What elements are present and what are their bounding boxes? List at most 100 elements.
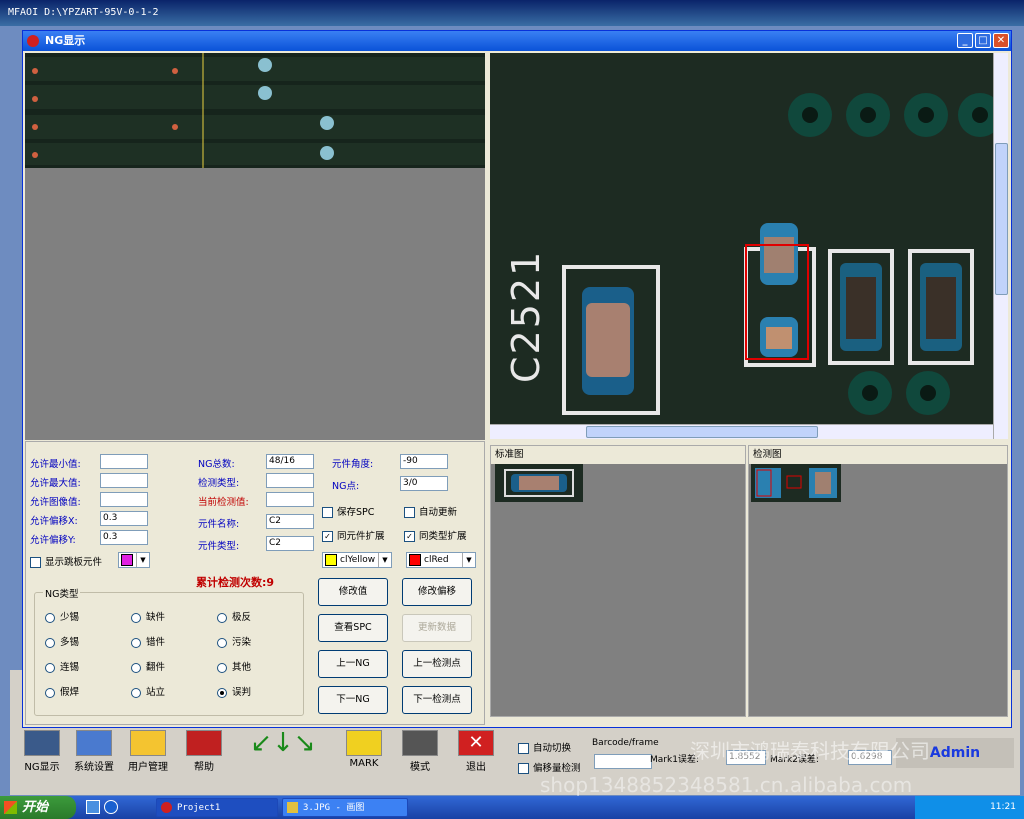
- board-overview-image[interactable]: [25, 53, 485, 168]
- allow-min-label: 允许最小值:: [30, 459, 81, 470]
- ng-type-radio[interactable]: 污染: [217, 634, 251, 648]
- ng-type-radio[interactable]: 翻件: [131, 659, 165, 673]
- allow-offset-x-field[interactable]: 0.3: [100, 511, 148, 526]
- mark-button[interactable]: MARK: [340, 728, 388, 776]
- arrow-icons: ↙↓↘: [250, 728, 316, 758]
- save-spc-checkbox[interactable]: 保存SPC: [322, 504, 374, 518]
- minimize-button[interactable]: _: [957, 33, 973, 48]
- taskbar-item-paint[interactable]: 3.JPG - 画图: [282, 798, 408, 817]
- next-point-button[interactable]: 下一检测点: [402, 686, 472, 714]
- taskbar-item-label: 3.JPG - 画图: [303, 803, 365, 813]
- help-icon: [186, 730, 222, 756]
- component-type-label: 元件类型:: [198, 541, 240, 552]
- zoom-vertical-scrollbar[interactable]: [993, 53, 1008, 439]
- ng-type-label: 假焊: [60, 687, 80, 698]
- ng-type-radio[interactable]: 误判: [217, 684, 251, 698]
- quick-launch-icon[interactable]: [86, 800, 100, 814]
- ng-type-radio[interactable]: 假焊: [45, 684, 79, 698]
- app-icon: [27, 35, 39, 47]
- ng-total-label: NG总数:: [198, 459, 235, 470]
- radio-indicator: [131, 662, 141, 673]
- standard-pane-title: 标准图: [491, 446, 745, 464]
- app-icon: [161, 802, 172, 813]
- ng-type-radio[interactable]: 连锡: [45, 659, 79, 673]
- update-data-button[interactable]: 更新数据: [402, 614, 472, 642]
- radio-indicator: [217, 687, 227, 698]
- same-type-label: 同类型扩展: [419, 531, 467, 542]
- barcode-field[interactable]: [594, 754, 652, 769]
- allow-max-field[interactable]: [100, 473, 148, 488]
- radio-indicator: [45, 612, 55, 623]
- radio-indicator: [131, 637, 141, 648]
- ng-type-label: 连锡: [60, 662, 80, 673]
- allow-offset-y-label: 允许偏移Y:: [30, 535, 76, 546]
- allow-image-label: 允许图像值:: [30, 497, 81, 508]
- ng-type-radio[interactable]: 极反: [217, 609, 251, 623]
- color1-select[interactable]: clYellow ▼: [322, 552, 392, 568]
- auto-switch-checkbox[interactable]: 自动切换: [518, 740, 571, 754]
- close-button[interactable]: ✕: [993, 33, 1009, 48]
- user-management-label: 用户管理: [128, 762, 168, 773]
- same-component-checkbox[interactable]: ✓ 同元件扩展: [322, 528, 385, 542]
- ng-type-label: 翻件: [146, 662, 166, 673]
- windows-logo-icon: [4, 801, 17, 814]
- allow-min-field[interactable]: [100, 454, 148, 469]
- detect-type-label: 检测类型:: [198, 478, 240, 489]
- arrow-controls[interactable]: ↙↓↘: [238, 728, 328, 776]
- mark-label: MARK: [349, 758, 379, 769]
- exit-label: 退出: [466, 762, 486, 773]
- lock-icon: [130, 730, 166, 756]
- pcb-zoom-graphic: [490, 53, 993, 425]
- ng-display-button[interactable]: NG显示: [18, 728, 66, 776]
- next-ng-button[interactable]: 下一NG: [318, 686, 388, 714]
- ng-type-radio[interactable]: 多锡: [45, 634, 79, 648]
- system-settings-label: 系统设置: [74, 762, 114, 773]
- view-spc-button[interactable]: 查看SPC: [318, 614, 388, 642]
- user-management-button[interactable]: 用户管理: [124, 728, 172, 776]
- radio-indicator: [217, 637, 227, 648]
- show-skip-checkbox[interactable]: 显示跳板元件: [30, 554, 102, 568]
- same-type-checkbox[interactable]: ✓ 同类型扩展: [404, 528, 467, 542]
- exit-button[interactable]: ✕ 退出: [452, 728, 500, 776]
- auto-update-checkbox[interactable]: 自动更新: [404, 504, 457, 518]
- color2-select[interactable]: clRed ▼: [406, 552, 476, 568]
- maximize-button[interactable]: □: [975, 33, 991, 48]
- allow-offset-y-field[interactable]: 0.3: [100, 530, 148, 545]
- watermark-company: 深圳市鸿瑞泰科技有限公司: [690, 739, 930, 763]
- prev-ng-button[interactable]: 上一NG: [318, 650, 388, 678]
- dialog-title: NG显示: [45, 34, 86, 47]
- save-spc-label: 保存SPC: [337, 507, 375, 518]
- scroll-thumb[interactable]: [995, 143, 1008, 295]
- ng-type-label: 少锡: [60, 612, 80, 623]
- color2-value: clRed: [424, 555, 449, 565]
- color-swatch: [409, 553, 421, 566]
- ng-total-field: 48/16: [266, 454, 314, 469]
- start-button[interactable]: 开始: [0, 796, 76, 819]
- help-button[interactable]: 帮助: [180, 728, 228, 776]
- browser-icon[interactable]: [104, 800, 118, 814]
- zoomed-inspection-image[interactable]: C2521: [490, 53, 993, 439]
- show-skip-label: 显示跳板元件: [45, 557, 103, 568]
- scroll-thumb[interactable]: [586, 426, 818, 438]
- system-settings-button[interactable]: 系统设置: [70, 728, 118, 776]
- mode-button[interactable]: 模式: [396, 728, 444, 776]
- zoom-horizontal-scrollbar[interactable]: [490, 424, 993, 439]
- allow-image-field[interactable]: [100, 492, 148, 507]
- radio-indicator: [131, 687, 141, 698]
- paint-icon: [287, 802, 298, 813]
- ng-type-radio[interactable]: 错件: [131, 634, 165, 648]
- modify-offset-button[interactable]: 修改偏移: [402, 578, 472, 606]
- auto-switch-label: 自动切换: [533, 743, 572, 754]
- ng-type-radio[interactable]: 少锡: [45, 609, 79, 623]
- skip-color-select[interactable]: ▼: [118, 552, 150, 568]
- offset-detect-checkbox[interactable]: 偏移量检测: [518, 760, 581, 774]
- taskbar-item-project1[interactable]: Project1: [156, 798, 278, 817]
- prev-point-button[interactable]: 上一检测点: [402, 650, 472, 678]
- ng-type-radio[interactable]: 站立: [131, 684, 165, 698]
- ng-type-radio[interactable]: 其他: [217, 659, 251, 673]
- mode-label: 模式: [410, 762, 430, 773]
- standard-image-pane: 标准图: [490, 445, 746, 717]
- ng-type-radio[interactable]: 缺件: [131, 609, 165, 623]
- parameter-panel: 允许最小值: 允许最大值: 允许图像值: 允许偏移X: 0.3 允许偏移Y: 0…: [25, 441, 485, 725]
- modify-value-button[interactable]: 修改值: [318, 578, 388, 606]
